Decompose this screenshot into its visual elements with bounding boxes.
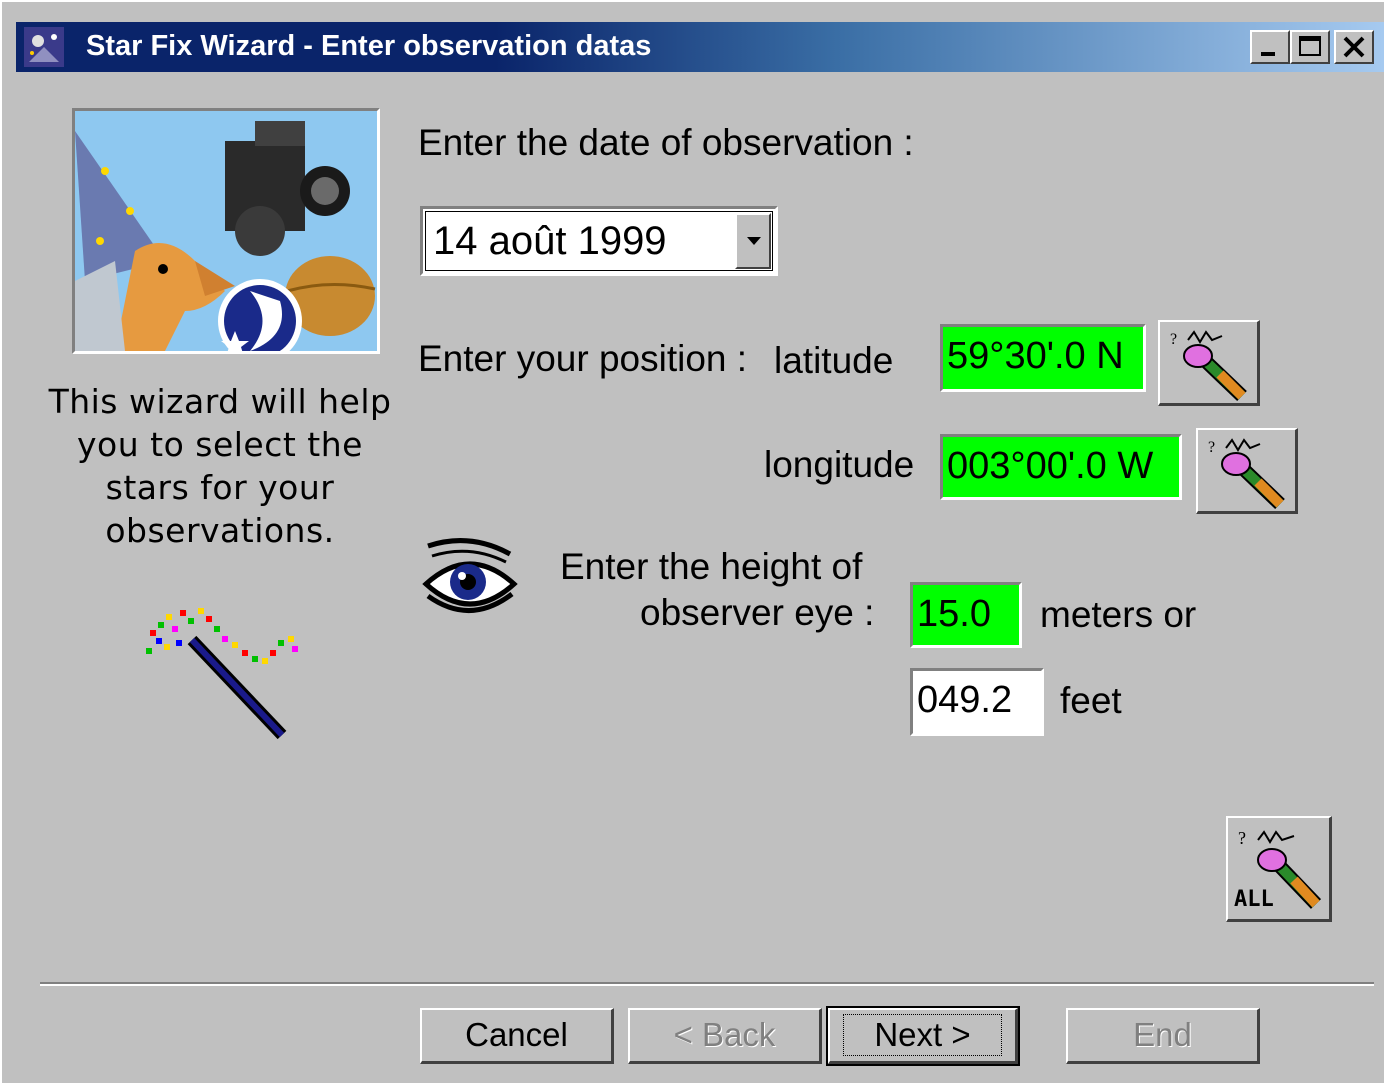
star-fix-app-icon [24,27,64,67]
back-button[interactable]: < Back [628,1008,822,1064]
minimize-button[interactable] [1250,30,1290,64]
minimize-icon [1261,52,1275,56]
longitude-gps-button[interactable]: ? [1196,428,1298,514]
back-button-label: < Back [673,1016,776,1053]
footer-separator [40,982,1374,986]
height-label-line1: Enter the height of [560,546,863,587]
meters-unit-label: meters or [1040,594,1197,635]
meters-value: 15.0 [917,593,991,635]
maximize-icon [1299,36,1321,56]
svg-text:?: ? [1238,828,1246,848]
gps-pen-icon: ? [1208,438,1285,510]
date-label: Enter the date of observation : [418,122,914,163]
end-button[interactable]: End [1066,1008,1260,1064]
next-button[interactable]: Next > [826,1006,1020,1066]
svg-text:?: ? [1170,331,1177,348]
wizard-description: This wizard will help you to select the … [42,380,398,552]
gps-pen-all-icon: ? ALL [1234,828,1322,912]
title-bar[interactable]: Star Fix Wizard - Enter observation data… [16,22,1384,72]
next-button-label: Next > [843,1014,1002,1056]
wizard-illustration [72,108,380,354]
feet-field[interactable]: 049.2 [910,668,1044,736]
latitude-field[interactable]: 59°30'.0 N [940,324,1146,392]
description-line: This wizard will help [48,382,392,421]
latitude-gps-button[interactable]: ? [1158,320,1260,406]
window-title: Star Fix Wizard - Enter observation data… [86,30,652,62]
eye-icon [422,538,518,613]
maximize-button[interactable] [1290,30,1330,64]
close-icon [1343,36,1365,58]
close-button[interactable] [1334,30,1374,64]
feet-unit-label: feet [1060,680,1122,721]
longitude-field[interactable]: 003°00'.0 W [940,434,1182,500]
date-value: 14 août 1999 [433,219,667,263]
description-line: stars for your [105,468,335,507]
gps-all-button[interactable]: ? ALL [1226,816,1332,922]
end-button-label: End [1133,1016,1192,1053]
date-dropdown[interactable]: 14 août 1999 [420,206,778,276]
cancel-button[interactable]: Cancel [420,1008,614,1064]
all-button-label: ALL [1234,887,1274,912]
longitude-label: longitude [764,444,915,485]
latitude-label: latitude [774,340,894,381]
cancel-button-label: Cancel [465,1016,568,1053]
gps-pen-icon: ? [1170,330,1247,402]
meters-field[interactable]: 15.0 [910,582,1022,648]
description-line: you to select the [77,425,363,464]
position-label: Enter your position : [418,338,748,379]
feet-value: 049.2 [917,679,1013,721]
wizard-window: Star Fix Wizard - Enter observation data… [0,0,1384,1083]
latitude-value: 59°30'.0 N [947,335,1124,377]
description-line: observations. [105,511,335,550]
date-dropdown-button[interactable] [735,213,771,269]
longitude-value: 003°00'.0 W [947,445,1154,487]
magic-wand-icon [146,608,298,740]
svg-text:?: ? [1208,439,1215,456]
height-label-line2: observer eye : [640,592,875,633]
